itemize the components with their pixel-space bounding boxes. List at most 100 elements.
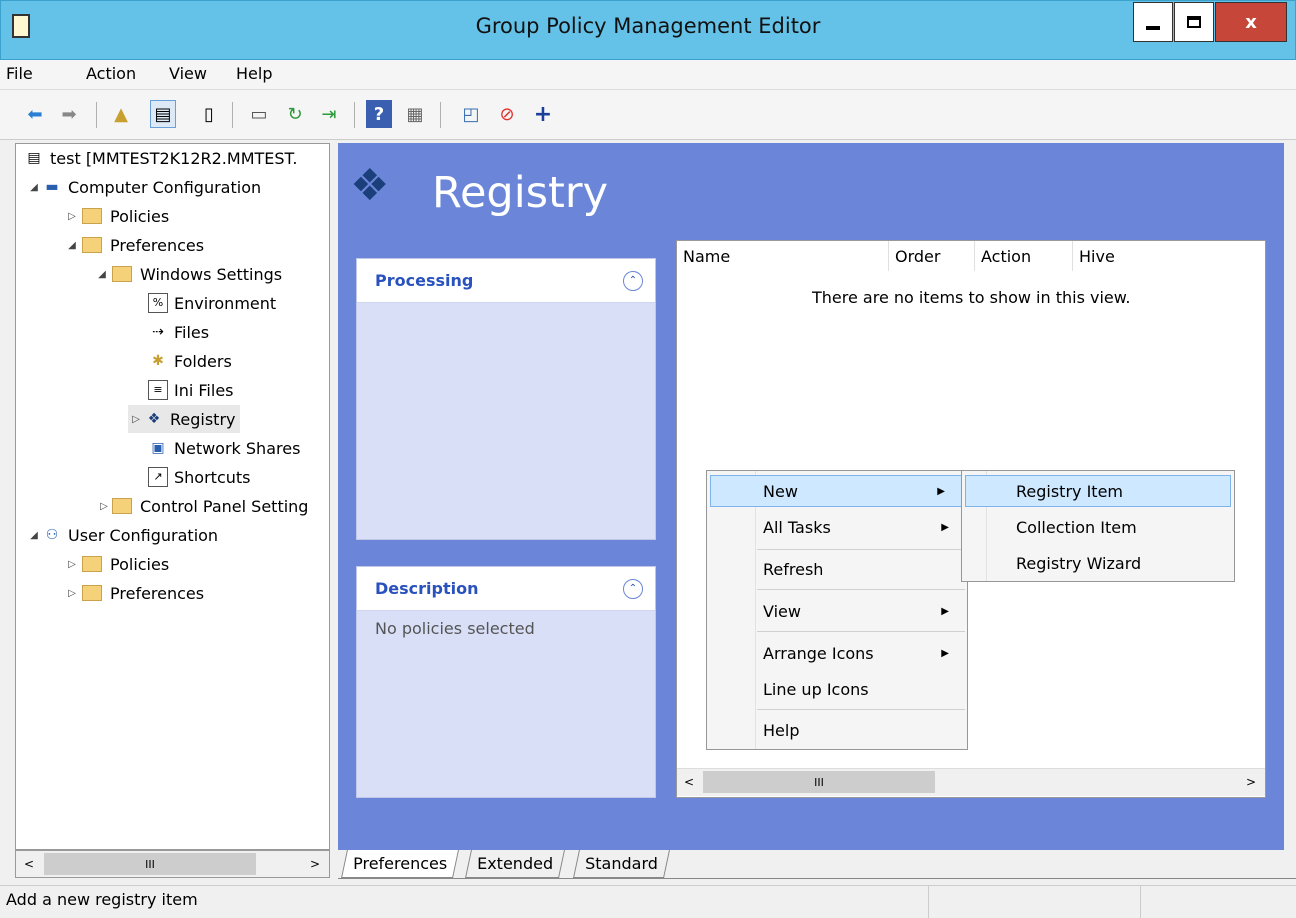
menu-file[interactable]: File [6,64,33,83]
toolbar-separator [440,102,441,128]
clipboard-icon[interactable]: ▯ [196,100,222,128]
menu-item-all-tasks[interactable]: All Tasks ▶ [707,511,967,543]
close-button[interactable]: x [1215,2,1287,42]
toolbar-separator [232,102,233,128]
tab-standard[interactable]: Standard [573,850,670,878]
collapse-processing-icon[interactable]: ⌃ [623,270,643,291]
tree-horizontal-scrollbar[interactable]: < III > [15,850,330,878]
tree-item-files[interactable]: ⇢ Files [148,318,209,346]
tree-item-windows-settings[interactable]: ◢ Windows Settings [98,260,282,288]
folder-icon [82,585,102,601]
menu-item-line-up-icons[interactable]: Line up Icons [707,673,967,705]
menu-item-registry-item[interactable]: Registry Item [965,475,1231,507]
menu-view[interactable]: View [169,64,207,83]
add-icon[interactable]: + [530,100,556,128]
tree-item-user-policies[interactable]: ▷ Policies [68,550,170,578]
tree-item-network-shares[interactable]: ▣ Network Shares [148,434,300,462]
properties-icon[interactable]: ◰ [458,100,484,128]
toolbar [0,90,1296,140]
tab-preferences[interactable]: Preferences [341,850,460,878]
tree-item-label: Preferences [110,235,205,255]
expand-arrow-icon[interactable]: ▷ [128,414,144,425]
up-folder-icon[interactable]: ▲ [108,100,134,128]
tree-item-user-preferences[interactable]: ▷ Preferences [68,579,204,607]
expand-arrow-icon[interactable]: ▷ [64,211,80,222]
menu-item-collection-item[interactable]: Collection Item [962,511,1234,543]
tree-item-label: Control Panel Setting [140,496,309,516]
menu-action[interactable]: Action [86,64,136,83]
menu-item-label: New [763,481,798,501]
status-text: Add a new registry item [6,890,198,909]
help-icon[interactable]: ? [366,100,392,128]
expand-arrow-icon[interactable]: ▷ [96,501,112,512]
collapse-arrow-icon[interactable]: ◢ [26,182,42,193]
menu-separator [757,631,965,632]
collapse-description-icon[interactable]: ⌃ [623,578,643,599]
collapse-arrow-icon[interactable]: ◢ [26,530,42,541]
scroll-thumb[interactable]: III [44,853,256,875]
tree-item-policies[interactable]: ▷ Policies [68,202,169,230]
new-submenu: Registry Item Collection Item Registry W… [961,470,1235,582]
view-tabs: Preferences Extended Standard [338,850,1296,880]
column-header-name[interactable]: Name [677,241,889,271]
console-tree[interactable]: ▤ test [MMTEST2K12R2.MMTEST. ◢ ▬ Computer C… [15,143,330,850]
expand-arrow-icon[interactable]: ▷ [64,588,80,599]
tree-item-label: Policies [110,554,170,574]
menu-item-refresh[interactable]: Refresh [707,553,967,585]
minimize-button[interactable] [1133,2,1173,42]
shortcut-icon: ↗ [148,467,168,487]
tree-item-root[interactable]: ▤ test [MMTEST2K12R2.MMTEST. [24,144,297,172]
menu-item-arrange-icons[interactable]: Arrange Icons ▶ [707,637,967,669]
tree-item-ini-files[interactable]: ≡ Ini Files [148,376,234,404]
menu-help[interactable]: Help [236,64,272,83]
tree-item-registry[interactable]: ▷ ❖ Registry [128,405,240,433]
menu-item-view[interactable]: View ▶ [707,595,967,627]
scroll-left-icon[interactable]: < [16,851,42,877]
expand-arrow-icon[interactable]: ▷ [64,559,80,570]
menu-item-new[interactable]: New ▶ [710,475,964,507]
window-title: Group Policy Management Editor [475,14,821,38]
scroll-left-icon[interactable]: < [677,769,701,795]
tree-item-label: Ini Files [174,380,234,400]
list-horizontal-scrollbar[interactable]: < III > [677,768,1265,796]
tree-item-preferences[interactable]: ◢ Preferences [68,231,205,259]
menu-item-registry-wizard[interactable]: Registry Wizard [962,547,1234,579]
action-pane-icon[interactable]: ▦ [402,100,428,128]
tree-item-folders[interactable]: ✱ Folders [148,347,232,375]
status-divider [928,885,929,918]
scroll-right-icon[interactable]: > [1239,769,1263,795]
tree-item-shortcuts[interactable]: ↗ Shortcuts [148,463,250,491]
refresh-icon[interactable]: ↻ [282,100,308,128]
folder-icon [82,208,102,224]
column-header-action[interactable]: Action [975,241,1073,271]
submenu-arrow-icon: ▶ [937,485,945,497]
maximize-button[interactable] [1174,2,1214,42]
folder-icon [112,266,132,282]
disable-icon[interactable]: ⊘ [494,100,520,128]
page-title: Registry [432,168,609,218]
collapse-arrow-icon[interactable]: ◢ [94,269,110,280]
print-icon[interactable]: ▭ [246,100,272,128]
scroll-thumb[interactable]: III [703,771,935,793]
show-hide-tree-icon[interactable]: ▤ [150,100,176,128]
tree-item-control-panel-settings[interactable]: ▷ Control Panel Setting [96,492,308,520]
tree-item-user-configuration[interactable]: ◢ ⚇ User Configuration [26,521,218,549]
tab-baseline [338,878,1296,879]
menu-item-label: Refresh [763,559,824,579]
menu-item-help[interactable]: Help [707,714,967,746]
gpo-icon: ▤ [27,150,41,166]
back-icon[interactable]: ⬅ [22,100,48,128]
processing-panel: Processing ⌃ [356,258,656,540]
tree-item-environment[interactable]: % Environment [148,289,276,317]
description-text: No policies selected [375,619,535,638]
tree-item-computer-configuration[interactable]: ◢ ▬ Computer Configuration [26,173,261,201]
column-header-hive[interactable]: Hive [1073,241,1267,271]
forward-icon[interactable]: ➡ [56,100,82,128]
collapse-arrow-icon[interactable]: ◢ [64,240,80,251]
column-header-order[interactable]: Order [889,241,975,271]
tab-extended[interactable]: Extended [465,850,565,878]
folder-icon [82,556,102,572]
scroll-right-icon[interactable]: > [302,851,328,877]
export-list-icon[interactable]: ⇥ [316,100,342,128]
tab-label: Extended [477,854,554,873]
